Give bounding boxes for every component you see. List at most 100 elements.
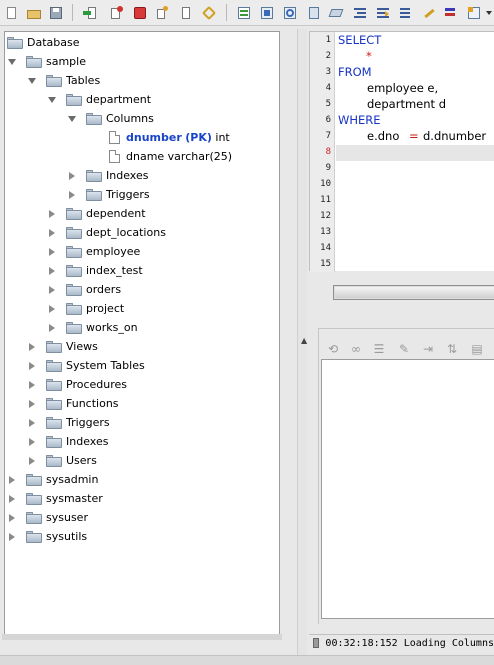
tree-node-columns[interactable]: Columns	[67, 109, 154, 128]
folder-icon	[26, 492, 42, 505]
stop-icon[interactable]	[130, 3, 150, 22]
column-file-icon	[109, 131, 120, 144]
grid-icon[interactable]	[464, 3, 484, 22]
line-number: 5	[325, 99, 331, 109]
expanded-arrow-icon[interactable]	[27, 76, 37, 86]
collapsed-arrow-icon[interactable]	[27, 361, 37, 371]
tree-node-table[interactable]: index_test	[47, 261, 143, 280]
move-icon[interactable]: ⇥	[418, 339, 438, 358]
collapsed-arrow-icon[interactable]	[47, 266, 57, 276]
collapsed-arrow-icon[interactable]	[27, 456, 37, 466]
collapsed-arrow-icon[interactable]	[7, 494, 17, 504]
tree-node-database[interactable]: sysutils	[7, 527, 87, 546]
disconnect-icon[interactable]	[106, 3, 126, 22]
collapsed-arrow-icon[interactable]	[27, 399, 37, 409]
collapsed-arrow-icon[interactable]	[27, 437, 37, 447]
sql-editor[interactable]: 1 2 3 4 5 6 7 8 9 10 11 12 13 14 15 SELE…	[309, 31, 494, 272]
tree-node-department[interactable]: department	[47, 90, 151, 109]
folder-icon	[86, 112, 102, 125]
folder-icon	[46, 74, 62, 87]
collapsed-arrow-icon[interactable]	[67, 190, 77, 200]
db-icon[interactable]: ▤	[467, 339, 487, 358]
expanded-arrow-icon[interactable]	[67, 114, 77, 124]
splitter-collapse-icon[interactable]: ▲	[301, 336, 307, 345]
list-icon[interactable]: ☰	[369, 339, 389, 358]
format-icon[interactable]	[199, 3, 219, 22]
collapsed-arrow-icon[interactable]	[27, 380, 37, 390]
expanded-arrow-icon[interactable]	[7, 57, 17, 67]
refresh-icon[interactable]	[152, 3, 172, 22]
tree-node-table[interactable]: dept_locations	[47, 223, 166, 242]
layers-icon[interactable]	[326, 3, 346, 22]
import-icon[interactable]	[80, 3, 100, 22]
collapsed-arrow-icon[interactable]	[47, 285, 57, 295]
table-icon[interactable]	[234, 3, 254, 22]
folder-icon	[86, 188, 102, 201]
collapsed-arrow-icon[interactable]	[67, 171, 77, 181]
line-number: 4	[325, 83, 331, 93]
tree-node-system-tables[interactable]: System Tables	[27, 356, 145, 375]
line-number: 3	[325, 67, 331, 77]
arrows-icon[interactable]: ⇅	[442, 339, 462, 358]
indent-icon[interactable]	[350, 3, 370, 22]
collapsed-arrow-icon[interactable]	[47, 304, 57, 314]
export-icon[interactable]	[257, 3, 277, 22]
results-grid[interactable]	[321, 359, 494, 619]
tree-node-table[interactable]: employee	[47, 242, 140, 261]
expanded-arrow-icon[interactable]	[47, 95, 57, 105]
pencil-icon[interactable]	[418, 3, 438, 22]
collapsed-arrow-icon[interactable]	[47, 323, 57, 333]
tree-node-sample[interactable]: sample	[7, 52, 86, 71]
tree-node-indexes[interactable]: Indexes	[27, 432, 108, 451]
tree-node-functions[interactable]: Functions	[27, 394, 119, 413]
tree-node-column-dname[interactable]: dname varchar(25)	[107, 147, 232, 166]
tree-node-table[interactable]: dependent	[47, 204, 146, 223]
collapsed-arrow-icon[interactable]	[7, 532, 17, 542]
tree-node-dept-indexes[interactable]: Indexes	[67, 166, 148, 185]
line-number-gutter: 1 2 3 4 5 6 7 8 9 10 11 12 13 14 15	[310, 32, 335, 272]
tree-node-database[interactable]: sysadmin	[7, 470, 98, 489]
tree-node-procedures[interactable]: Procedures	[27, 375, 127, 394]
tree-node-table[interactable]: orders	[47, 280, 121, 299]
list-icon[interactable]	[441, 3, 461, 22]
copy-icon[interactable]	[176, 3, 196, 22]
folder-icon	[26, 511, 42, 524]
link-icon[interactable]: ⟲	[323, 339, 343, 358]
sql-operator: =	[409, 129, 419, 143]
tree-node-users[interactable]: Users	[27, 451, 97, 470]
overflow-chevron-icon[interactable]	[484, 3, 494, 22]
tree-node-dept-triggers[interactable]: Triggers	[67, 185, 150, 204]
sync-icon[interactable]	[280, 3, 300, 22]
collapsed-arrow-icon[interactable]	[47, 209, 57, 219]
tree-node-column-dnumber[interactable]: dnumber (PK) int	[107, 128, 230, 147]
tree-node-tables[interactable]: Tables	[27, 71, 100, 90]
link2-icon[interactable]: ∞	[346, 339, 366, 358]
open-icon[interactable]	[24, 3, 44, 22]
collapsed-arrow-icon[interactable]	[7, 475, 17, 485]
line-number: 10	[320, 179, 331, 189]
sql-star: *	[366, 49, 372, 63]
collapsed-arrow-icon[interactable]	[47, 228, 57, 238]
tree-node-table[interactable]: project	[47, 299, 124, 318]
sql-keyword: SELECT	[338, 33, 382, 47]
tree-node-database[interactable]: sysmaster	[7, 489, 103, 508]
notebook-icon[interactable]	[304, 3, 324, 22]
collapsed-arrow-icon[interactable]	[7, 513, 17, 523]
editor-horizontal-scrollbar[interactable]	[333, 285, 494, 300]
edit-icon[interactable]	[396, 3, 416, 22]
save-icon[interactable]	[46, 3, 66, 22]
tree-node-database[interactable]: Database	[7, 33, 80, 52]
tree-node-views[interactable]: Views	[27, 337, 98, 356]
new-icon[interactable]	[2, 3, 22, 22]
collapsed-arrow-icon[interactable]	[47, 247, 57, 257]
status-indicator-icon	[313, 638, 320, 648]
tree-node-triggers[interactable]: Triggers	[27, 413, 110, 432]
collapsed-arrow-icon[interactable]	[27, 342, 37, 352]
align-icon[interactable]	[373, 3, 393, 22]
tree-node-table[interactable]: works_on	[47, 318, 138, 337]
folder-icon	[86, 169, 102, 182]
tree-node-database[interactable]: sysuser	[7, 508, 88, 527]
edit-icon[interactable]: ✎	[394, 339, 414, 358]
schema-tree: Database sample Tables department Column…	[4, 31, 280, 635]
collapsed-arrow-icon[interactable]	[27, 418, 37, 428]
